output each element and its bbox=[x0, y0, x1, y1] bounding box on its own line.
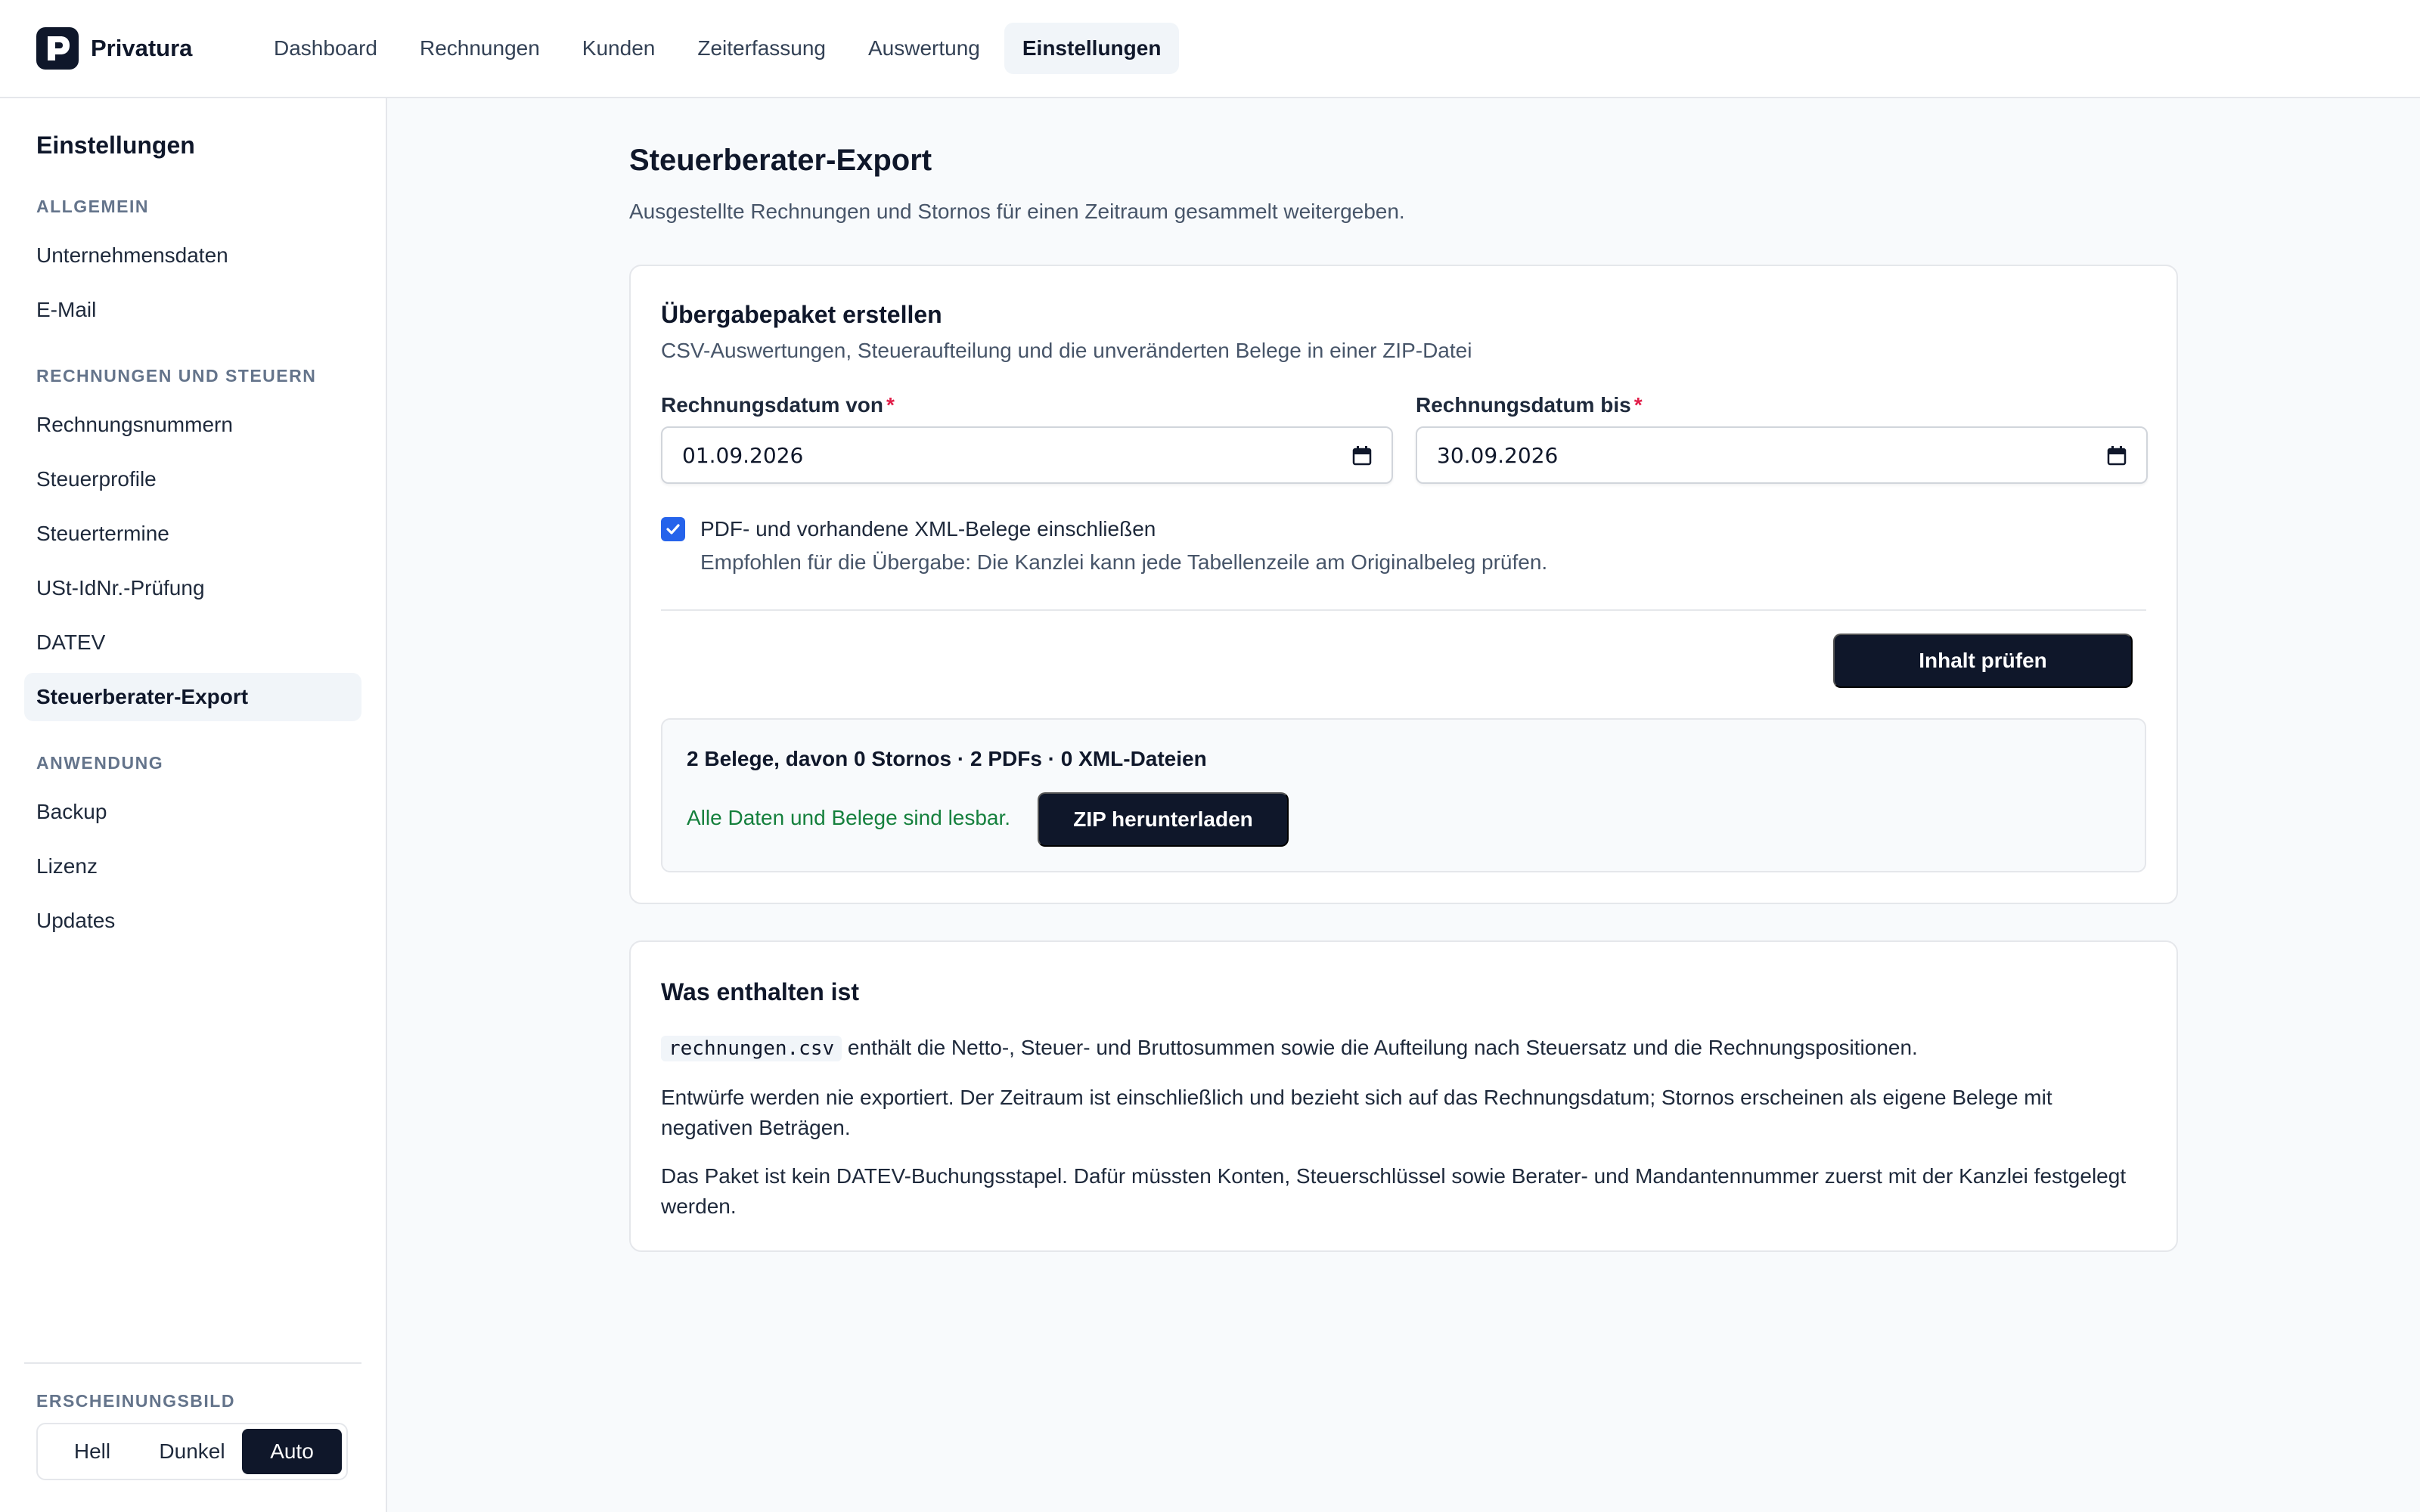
privatura-logo-icon bbox=[36, 27, 79, 70]
brand[interactable]: Privatura bbox=[36, 27, 256, 70]
export-package-card: Übergabepaket erstellen CSV-Auswertungen… bbox=[629, 265, 2178, 904]
include-receipts-checkbox[interactable] bbox=[661, 517, 685, 541]
contents-info-card: Was enthalten ist rechnungen.csv enthält… bbox=[629, 940, 2178, 1252]
date-to-input[interactable]: 30.09.2026 bbox=[1416, 426, 2148, 484]
date-to-value: 30.09.2026 bbox=[1437, 442, 1559, 468]
export-card-title: Übergabepaket erstellen bbox=[661, 301, 942, 328]
info-paragraph-datev: Das Paket ist kein DATEV-Buchungsstapel.… bbox=[661, 1164, 2127, 1218]
export-status: Alle Daten und Belege sind lesbar. bbox=[687, 806, 1011, 829]
date-to-label-text: Rechnungsdatum bis bbox=[1416, 393, 1631, 417]
nav-kunden[interactable]: Kunden bbox=[564, 23, 674, 74]
page-title: Steuerberater-Export bbox=[629, 144, 932, 177]
sidebar-item-steuerberater-export[interactable]: Steuerberater-Export bbox=[24, 673, 361, 721]
nav-auswertung[interactable]: Auswertung bbox=[850, 23, 998, 74]
date-from-value: 01.09.2026 bbox=[682, 442, 804, 468]
sidebar-item-unternehmensdaten[interactable]: Unternehmensdaten bbox=[24, 231, 361, 280]
date-from-label: Rechnungsdatum von * bbox=[661, 393, 895, 417]
appearance-heading: ERSCHEINUNGSBILD bbox=[36, 1391, 235, 1411]
required-mark: * bbox=[886, 393, 895, 417]
appearance-auto-button[interactable]: Auto bbox=[242, 1429, 342, 1474]
card-divider bbox=[661, 609, 2146, 611]
date-from-input[interactable]: 01.09.2026 bbox=[661, 426, 1393, 484]
check-content-button[interactable]: Inhalt prüfen bbox=[1833, 634, 2133, 688]
app-name: Privatura bbox=[91, 35, 193, 61]
date-to-label: Rechnungsdatum bis * bbox=[1416, 393, 1643, 417]
appearance-light-button[interactable]: Hell bbox=[42, 1429, 142, 1474]
sidebar-section-heading: RECHNUNGEN UND STEUERN bbox=[36, 366, 317, 386]
include-receipts-help: Empfohlen für die Übergabe: Die Kanzlei … bbox=[700, 550, 1548, 574]
export-result-panel: 2 Belege, davon 0 Stornos · 2 PDFs · 0 X… bbox=[661, 718, 2146, 872]
appearance-toggle: Hell Dunkel Auto bbox=[36, 1423, 348, 1480]
zip-download-button[interactable]: ZIP herunterladen bbox=[1038, 792, 1289, 847]
main-nav: Dashboard Rechnungen Kunden Zeiterfassun… bbox=[256, 23, 1180, 74]
calendar-icon[interactable] bbox=[2107, 446, 2127, 466]
sidebar-item-email[interactable]: E-Mail bbox=[24, 286, 361, 334]
nav-einstellungen[interactable]: Einstellungen bbox=[1004, 23, 1180, 74]
info-paragraph-drafts: Entwürfe werden nie exportiert. Der Zeit… bbox=[661, 1086, 2052, 1139]
export-card-subtitle: CSV-Auswertungen, Steueraufteilung und d… bbox=[661, 339, 1472, 362]
top-navigation-bar: Privatura Dashboard Rechnungen Kunden Ze… bbox=[0, 0, 2420, 98]
sidebar-item-steuerprofile[interactable]: Steuerprofile bbox=[24, 455, 361, 503]
export-summary: 2 Belege, davon 0 Stornos · 2 PDFs · 0 X… bbox=[687, 747, 1207, 770]
required-mark: * bbox=[1634, 393, 1643, 417]
info-paragraph-csv-text: enthält die Netto-, Steuer- und Bruttosu… bbox=[842, 1036, 1918, 1059]
sidebar-item-ust-idnr-pruefung[interactable]: USt-IdNr.-Prüfung bbox=[24, 564, 361, 612]
sidebar-item-lizenz[interactable]: Lizenz bbox=[24, 842, 361, 891]
settings-sidebar: Einstellungen ALLGEMEIN Unternehmensdate… bbox=[0, 98, 387, 1512]
sidebar-item-rechnungsnummern[interactable]: Rechnungsnummern bbox=[24, 401, 361, 449]
sidebar-section-heading: ANWENDUNG bbox=[36, 753, 164, 773]
checkmark-icon bbox=[666, 524, 680, 534]
info-paragraph-csv: rechnungen.csv enthält die Netto-, Steue… bbox=[661, 1033, 2128, 1064]
nav-dashboard[interactable]: Dashboard bbox=[256, 23, 396, 74]
sidebar-item-steuertermine[interactable]: Steuertermine bbox=[24, 510, 361, 558]
include-receipts-label[interactable]: PDF- und vorhandene XML-Belege einschlie… bbox=[700, 517, 1156, 541]
csv-filename: rechnungen.csv bbox=[661, 1036, 842, 1061]
sidebar-item-updates[interactable]: Updates bbox=[24, 897, 361, 945]
sidebar-section-heading: ALLGEMEIN bbox=[36, 197, 149, 216]
date-from-label-text: Rechnungsdatum von bbox=[661, 393, 884, 417]
appearance-dark-button[interactable]: Dunkel bbox=[142, 1429, 242, 1474]
sidebar-item-datev[interactable]: DATEV bbox=[24, 618, 361, 667]
nav-rechnungen[interactable]: Rechnungen bbox=[402, 23, 558, 74]
calendar-icon[interactable] bbox=[1352, 446, 1372, 466]
info-card-title: Was enthalten ist bbox=[661, 978, 859, 1005]
sidebar-title: Einstellungen bbox=[36, 132, 195, 159]
sidebar-divider bbox=[24, 1362, 361, 1364]
nav-zeiterfassung[interactable]: Zeiterfassung bbox=[679, 23, 844, 74]
page-subtitle: Ausgestellte Rechnungen und Stornos für … bbox=[629, 200, 1405, 223]
sidebar-item-backup[interactable]: Backup bbox=[24, 788, 361, 836]
